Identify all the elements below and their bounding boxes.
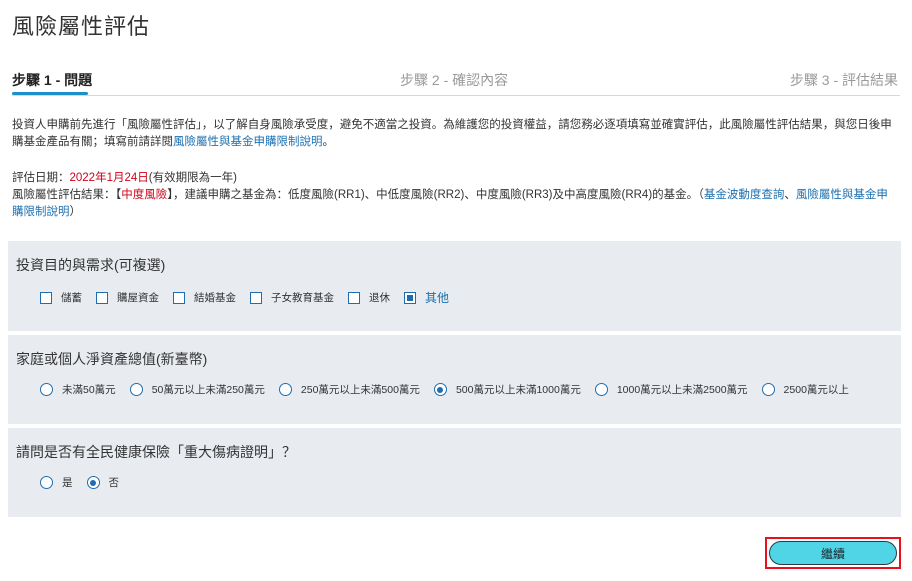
radio-group: 是否 xyxy=(40,475,133,490)
evaluation-date: 2022年1月24日 xyxy=(69,172,149,184)
step-indicator: 步驟 1 - 問題 步驟 2 - 確認內容 步驟 3 - 評估結果 xyxy=(12,68,900,96)
link-separator: 、 xyxy=(784,189,796,201)
radio-selected[interactable] xyxy=(86,476,100,489)
checkbox-unchecked[interactable] xyxy=(40,291,52,304)
checkbox-option[interactable]: 購屋資金 xyxy=(96,290,159,305)
intro-body: 投資人申購前先進行「風險屬性評估」，以了解自身風險承受度，避免不適當之投資。為維… xyxy=(12,119,892,148)
radio-option[interactable]: 未滿50萬元 xyxy=(40,382,116,397)
evaluation-date-line: 評估日期：2022年1月24日(有效期限為一年) xyxy=(12,170,898,187)
question-panel-net-assets: 家庭或個人淨資產總值(新臺幣) 未滿50萬元 50萬元以上未滿250萬元 250萬元… xyxy=(8,335,901,424)
evaluation-validity: (有效期限為一年) xyxy=(148,172,237,184)
option-label: 50萬元以上未滿250萬元 xyxy=(151,384,265,396)
option-label: 退休 xyxy=(369,292,390,304)
radio-unselected[interactable] xyxy=(761,383,775,396)
checkbox-checked[interactable] xyxy=(404,291,416,304)
result-prefix: 風險屬性評估結果：【 xyxy=(12,189,122,201)
radio-unselected[interactable] xyxy=(40,383,53,396)
option-label: 未滿50萬元 xyxy=(62,384,116,396)
radio-group: 未滿50萬元 50萬元以上未滿250萬元 250萬元以上未滿500萬元 500萬元以上… xyxy=(40,382,863,397)
option-label: 否 xyxy=(108,477,120,489)
intro-text: 投資人申購前先進行「風險屬性評估」，以了解自身風險承受度，避免不適當之投資。為維… xyxy=(12,117,898,151)
radio-unselected[interactable] xyxy=(129,383,143,396)
option-label: 儲蓄 xyxy=(61,292,82,304)
option-label: 購屋資金 xyxy=(117,292,159,304)
intro-end: 。 xyxy=(322,136,335,148)
step-2-tab: 步驟 2 - 確認內容 xyxy=(400,72,509,88)
checkbox-unchecked[interactable] xyxy=(96,291,108,304)
evaluation-date-label: 評估日期： xyxy=(12,172,70,184)
radio-option[interactable]: 500萬元以上未滿1000萬元 xyxy=(433,382,581,397)
option-label: 250萬元以上未滿500萬元 xyxy=(300,384,420,396)
option-label: 其他 xyxy=(425,291,450,305)
question-panel-investment-purpose: 投資目的與需求(可複選) 儲蓄 購屋資金 結婚基金 子女教育基金 退休 其他 xyxy=(8,241,901,331)
checkbox-option[interactable]: 結婚基金 xyxy=(173,290,236,305)
radio-option[interactable]: 1000萬元以上未滿2500萬元 xyxy=(594,382,748,397)
option-label: 1000萬元以上未滿2500萬元 xyxy=(616,384,748,396)
checkbox-group: 儲蓄 購屋資金 結婚基金 子女教育基金 退休 其他 xyxy=(40,289,463,306)
radio-selected[interactable] xyxy=(433,383,447,396)
checkbox-option[interactable]: 子女教育基金 xyxy=(250,290,334,305)
radio-option[interactable]: 2500萬元以上 xyxy=(761,382,849,397)
question-title: 家庭或個人淨資產總值(新臺幣) xyxy=(16,351,208,367)
radio-option[interactable]: 是 xyxy=(40,475,73,490)
risk-level: 中度風險 xyxy=(121,189,168,201)
radio-unselected[interactable] xyxy=(278,383,292,396)
checkbox-option[interactable]: 儲蓄 xyxy=(40,290,82,305)
evaluation-result-line: 風險屬性評估結果：【中度風險】，建議申購之基金為：低度風險(RR1)、中低度風險… xyxy=(12,187,898,221)
active-step-underline xyxy=(12,92,88,95)
radio-option[interactable]: 否 xyxy=(86,475,120,490)
option-label: 子女教育基金 xyxy=(271,292,334,304)
question-title: 投資目的與需求(可複選) xyxy=(16,257,166,273)
checkbox-unchecked[interactable] xyxy=(250,291,262,304)
risk-restriction-link[interactable]: 風險屬性與基金申購限制說明 xyxy=(173,136,323,148)
option-label: 是 xyxy=(62,477,73,489)
checkbox-unchecked[interactable] xyxy=(173,291,185,304)
continue-button-highlight: 繼續 xyxy=(765,537,901,569)
step-3-tab: 步驟 3 - 評估結果 xyxy=(789,72,898,88)
page-title: 風險屬性評估 xyxy=(12,14,151,39)
radio-option[interactable]: 50萬元以上未滿250萬元 xyxy=(129,382,265,397)
question-title: 請問是否有全民健康保險「重大傷病證明」？ xyxy=(16,444,296,460)
step-1-tab: 步驟 1 - 問題 xyxy=(12,72,93,88)
checkbox-option[interactable]: 退休 xyxy=(348,290,390,305)
evaluation-summary: 評估日期：2022年1月24日(有效期限為一年) 風險屬性評估結果：【中度風險】… xyxy=(12,170,898,221)
result-end: ） xyxy=(69,206,82,218)
checkbox-option[interactable]: 其他 xyxy=(404,289,449,306)
continue-button[interactable]: 繼續 xyxy=(769,541,897,565)
checkbox-unchecked[interactable] xyxy=(348,291,360,304)
radio-option[interactable]: 250萬元以上未滿500萬元 xyxy=(278,382,420,397)
result-mid: 】，建議申購之基金為：低度風險(RR1)、中低度風險(RR2)、中度風險(RR3… xyxy=(167,189,704,201)
question-panel-health-certificate: 請問是否有全民健康保險「重大傷病證明」？ 是否 xyxy=(8,428,901,517)
radio-unselected[interactable] xyxy=(40,476,53,489)
fund-volatility-link[interactable]: 基金波動度查詢 xyxy=(704,189,785,201)
option-label: 500萬元以上未滿1000萬元 xyxy=(455,384,581,396)
radio-unselected[interactable] xyxy=(594,383,608,396)
option-label: 2500萬元以上 xyxy=(783,384,849,396)
option-label: 結婚基金 xyxy=(194,292,236,304)
